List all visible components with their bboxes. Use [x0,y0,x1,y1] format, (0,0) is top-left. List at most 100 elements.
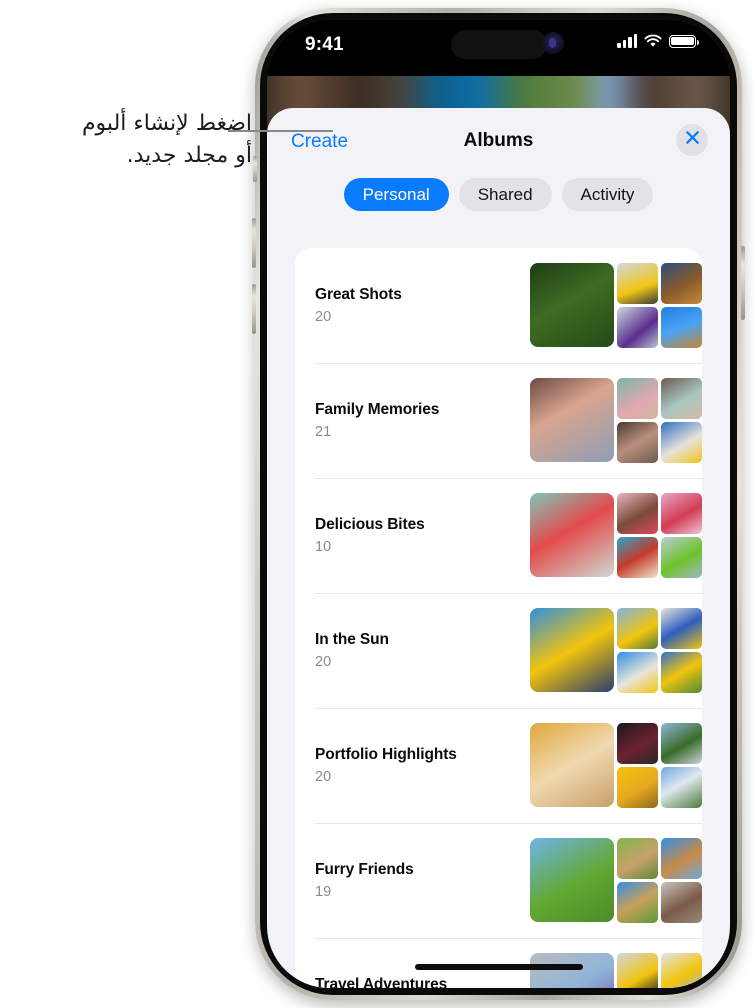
album-thumbnail-grid [617,263,702,348]
home-indicator[interactable] [414,964,583,970]
photo-image [661,263,702,304]
photo-image [661,838,702,879]
album-thumbnail [617,537,658,578]
album-thumbnail [617,493,658,534]
album-row-text: Travel Adventures50 [315,976,530,988]
album-thumbnail [617,953,658,988]
tab-shared[interactable]: Shared [458,178,552,211]
album-thumbnails [530,378,702,463]
album-row[interactable]: In the Sun 20 [295,593,702,708]
callout-leader-line [228,130,333,132]
album-thumbnail-grid [617,493,702,578]
photo-image [617,378,658,419]
album-thumbnail [617,723,658,764]
album-title: Portfolio Highlights [315,746,457,763]
album-cover-thumbnail [530,493,614,577]
albums-list: Great Shots 20 Family Memories 21 Delicious … [295,248,702,988]
album-thumbnail [661,378,702,419]
photo-image [661,307,702,348]
album-thumbnail [617,767,658,808]
callout-line-1: اضغط لإنشاء ألبوم [81,111,252,136]
album-thumbnail [661,263,702,304]
album-row[interactable]: Family Memories 21 [295,363,702,478]
photo-image [617,652,658,693]
photo-image [661,953,702,988]
photo-image [617,493,658,534]
album-row[interactable]: Portfolio Highlights 20 [295,708,702,823]
albums-sheet: Create Albums Personal Shared Activity G… [267,108,730,988]
callout-annotation: اضغط لإنشاء ألبوم أو مجلد جديد. [0,108,252,172]
album-row-text: Portfolio Highlights 20 [315,746,530,785]
album-row[interactable]: Furry Friends 19 [295,823,702,938]
album-row-text: Delicious Bites 10 [315,516,530,555]
volume-up-button[interactable] [252,218,256,268]
album-thumbnail [661,882,702,923]
signal-bars-icon [617,34,637,48]
album-thumbnails [530,838,702,923]
page-title: Albums [463,130,534,151]
album-thumbnail [661,838,702,879]
album-thumbnails [530,608,702,693]
photo-image [661,378,702,419]
photo-image [661,767,702,808]
photo-image [617,537,658,578]
album-thumbnails [530,723,702,808]
photo-image [617,882,658,923]
album-thumbnail [617,608,658,649]
photo-image [530,263,614,347]
album-thumbnail [661,422,702,463]
photo-image [617,608,658,649]
album-cover-thumbnail [530,608,614,692]
album-thumbnail-grid [617,378,702,463]
album-photo-count: 21 [315,424,332,440]
album-cover-thumbnail [530,378,614,462]
silent-switch-button[interactable] [253,156,257,182]
album-thumbnails [530,493,702,578]
album-thumbnail [661,723,702,764]
photo-image [661,608,702,649]
volume-down-button[interactable] [252,284,256,334]
album-thumbnail-grid [617,608,702,693]
album-thumbnails [530,263,702,348]
iphone-device-frame: 9:41 Create Albums Personal Shared Activ… [252,8,745,1000]
album-row[interactable]: Travel Adventures50 [295,938,702,988]
album-title: Furry Friends [315,861,414,878]
album-row-text: Family Memories 21 [315,401,530,440]
photo-image [530,953,614,988]
album-thumbnail [617,882,658,923]
album-thumbnail-grid [617,723,702,808]
dynamic-island [450,30,547,59]
callout-line-2: أو مجلد جديد. [126,142,252,168]
close-button[interactable] [676,124,708,156]
album-row-text: Great Shots 20 [315,286,530,325]
album-thumbnail [617,263,658,304]
photo-image [617,767,658,808]
album-thumbnail [617,422,658,463]
segmented-tabs: Personal Shared Activity [267,178,730,211]
album-thumbnail [661,537,702,578]
album-cover-thumbnail [530,723,614,807]
photo-image [617,953,658,988]
tab-personal[interactable]: Personal [343,178,449,211]
sheet-header: Create Albums [267,108,730,180]
album-thumbnail [661,307,702,348]
photo-image [530,378,614,462]
photo-image [530,608,614,692]
album-row[interactable]: Great Shots 20 [295,248,702,363]
album-thumbnail [661,767,702,808]
album-thumbnail-grid [617,953,702,988]
album-row[interactable]: Delicious Bites 10 [295,478,702,593]
wifi-icon [644,34,662,48]
photo-image [661,882,702,923]
power-button[interactable] [741,246,745,320]
album-thumbnail [617,652,658,693]
device-screen: 9:41 Create Albums Personal Shared Activ… [267,20,730,988]
status-bar: 9:41 [267,20,730,78]
photo-image [617,723,658,764]
album-row-text: In the Sun 20 [315,631,530,670]
photo-image [661,537,702,578]
tab-activity[interactable]: Activity [561,178,654,211]
photo-image [661,493,702,534]
album-thumbnail [617,838,658,879]
photo-image [530,723,614,807]
